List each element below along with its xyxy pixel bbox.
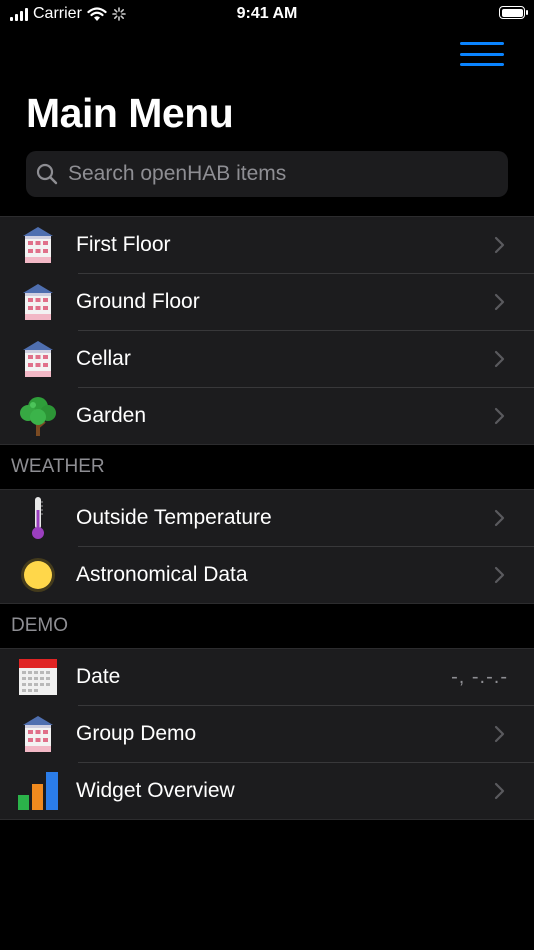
menu-button[interactable] (460, 42, 504, 66)
list-item-value: -, -.-.- (451, 665, 508, 688)
chevron-right-icon (488, 407, 512, 425)
section-header: Demo (11, 615, 68, 636)
status-time: 9:41 AM (236, 5, 298, 22)
list-item-label: Widget Overview (76, 779, 235, 802)
section-group: Date -, -.-.- Group Demo Widget Overview (0, 648, 534, 820)
list-item[interactable]: Date -, -.-.- (0, 649, 534, 705)
bar-chart-icon (0, 763, 76, 819)
list-item[interactable]: First Floor (0, 217, 534, 273)
list-item[interactable]: Group Demo (0, 705, 534, 762)
list-item-label: Astronomical Data (76, 563, 248, 586)
calendar-icon (0, 649, 76, 705)
list-item[interactable]: Astronomical Data (0, 546, 534, 603)
sun-icon (0, 547, 76, 603)
list-item[interactable]: Outside Temperature (0, 490, 534, 546)
list-item-label: Ground Floor (76, 290, 200, 313)
house-icon (0, 331, 76, 387)
screen: Carrier 9:41 AM Main Menu Search openHAB… (0, 0, 534, 950)
hamburger-icon (460, 42, 504, 45)
list-item[interactable]: Ground Floor (0, 273, 534, 330)
list-item[interactable]: Garden (0, 387, 534, 444)
sitemap-list: First Floor Ground Floor Cellar Garden W… (0, 216, 534, 820)
section-group: First Floor Ground Floor Cellar Garden (0, 216, 534, 445)
thermometer-icon (0, 490, 76, 546)
chevron-right-icon (488, 566, 512, 584)
page-title: Main Menu (26, 90, 234, 136)
chevron-right-icon (488, 236, 512, 254)
list-item-label: First Floor (76, 233, 171, 256)
house-icon (0, 217, 76, 273)
chevron-right-icon (488, 725, 512, 743)
section-group: Outside Temperature Astronomical Data (0, 489, 534, 604)
chevron-right-icon (488, 782, 512, 800)
list-item[interactable]: Widget Overview (0, 762, 534, 819)
status-bar: Carrier 9:41 AM (0, 0, 534, 28)
list-item-label: Outside Temperature (76, 506, 272, 529)
tree-icon (0, 388, 76, 444)
search-icon (36, 163, 58, 185)
house-icon (0, 706, 76, 762)
chevron-right-icon (488, 509, 512, 527)
chevron-right-icon (488, 350, 512, 368)
list-item-label: Garden (76, 404, 147, 427)
house-icon (0, 274, 76, 330)
list-item[interactable]: Cellar (0, 330, 534, 387)
list-item-label: Date (76, 665, 121, 688)
list-item-label: Cellar (76, 347, 131, 370)
search-input[interactable] (66, 161, 490, 187)
search-bar[interactable] (26, 151, 508, 197)
chevron-right-icon (488, 293, 512, 311)
battery-icon (499, 6, 528, 19)
list-item-label: Group Demo (76, 722, 197, 745)
section-header: Weather (11, 456, 105, 477)
